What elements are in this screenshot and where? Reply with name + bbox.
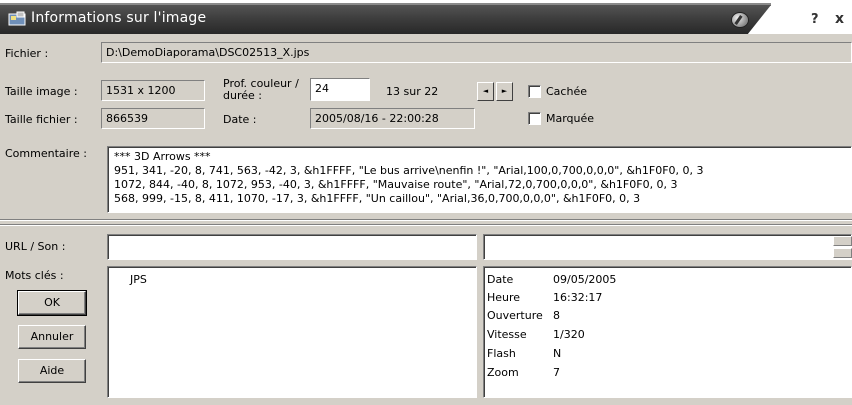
exif-key: Heure	[487, 291, 521, 304]
separator	[0, 224, 852, 226]
url-son-input-secondary[interactable]	[483, 234, 852, 260]
exif-key: Zoom	[487, 366, 519, 379]
spin-down-button[interactable]	[833, 248, 852, 258]
prof-couleur-label-2: durée :	[223, 89, 262, 102]
marquee-checkbox[interactable]	[528, 112, 541, 125]
exif-value: N	[553, 347, 562, 360]
spin-up-button[interactable]	[833, 236, 852, 246]
window-title: Informations sur l'image	[31, 10, 207, 26]
exif-row-heure: Heure 16:32:17	[487, 291, 602, 304]
cachee-checkbox[interactable]	[528, 85, 541, 98]
aide-button[interactable]: Aide	[18, 359, 86, 383]
url-son-label: URL / Son :	[5, 240, 66, 253]
help-button[interactable]: ?	[811, 12, 819, 27]
exif-key: Flash	[487, 347, 516, 360]
previous-image-button[interactable]: ◄	[477, 82, 494, 101]
exif-value: 1/320	[553, 328, 585, 341]
exif-key: Vitesse	[487, 328, 527, 341]
cachee-label[interactable]: Cachée	[546, 85, 587, 98]
image-info-icon	[8, 11, 26, 27]
close-button[interactable]: x	[835, 11, 844, 27]
exif-value: 8	[553, 309, 560, 322]
ok-button[interactable]: OK	[17, 290, 87, 316]
next-image-button[interactable]: ►	[496, 82, 513, 101]
exif-panel: Date 09/05/2005 Heure 16:32:17 Ouverture 8 …	[483, 266, 852, 398]
title-bar[interactable]: Informations sur l'image ? x	[0, 0, 852, 34]
fichier-field: D:\DemoDiaporama\DSC02513_X.jps	[101, 42, 852, 63]
exif-value: 7	[553, 366, 560, 379]
exif-key: Date	[487, 273, 514, 286]
exif-row-vitesse: Vitesse 1/320	[487, 328, 585, 341]
position-text: 13 sur 22	[386, 85, 439, 98]
commentaire-label: Commentaire :	[5, 147, 87, 160]
separator	[0, 219, 852, 221]
mots-cles-label: Mots clés :	[5, 269, 64, 282]
app-logo-icon	[731, 12, 749, 28]
commentaire-textarea[interactable]: *** 3D Arrows *** 951, 341, -20, 8, 741,…	[107, 146, 852, 213]
taille-fichier-label: Taille fichier :	[5, 113, 78, 126]
taille-fichier-field: 866539	[101, 108, 205, 129]
prof-couleur-input[interactable]: 24	[310, 78, 370, 101]
mots-cles-textarea[interactable]: JPS	[107, 266, 477, 398]
exif-value: 09/05/2005	[553, 273, 617, 286]
url-son-input[interactable]	[107, 234, 477, 260]
taille-image-label: Taille image :	[5, 85, 78, 98]
mots-cles-value: JPS	[130, 273, 147, 286]
exif-value: 16:32:17	[553, 291, 603, 304]
date-label: Date :	[223, 113, 257, 126]
fichier-label: Fichier :	[5, 47, 49, 60]
marquee-label[interactable]: Marquée	[546, 112, 594, 125]
exif-row-flash: Flash N	[487, 347, 561, 360]
annuler-button[interactable]: Annuler	[18, 325, 86, 349]
exif-row-date: Date 09/05/2005	[487, 273, 616, 286]
taille-image-field: 1531 x 1200	[101, 80, 205, 101]
date-field: 2005/08/16 - 22:00:28	[310, 108, 475, 129]
exif-key: Ouverture	[487, 309, 543, 322]
exif-row-zoom: Zoom 7	[487, 366, 560, 379]
exif-row-ouverture: Ouverture 8	[487, 309, 560, 322]
